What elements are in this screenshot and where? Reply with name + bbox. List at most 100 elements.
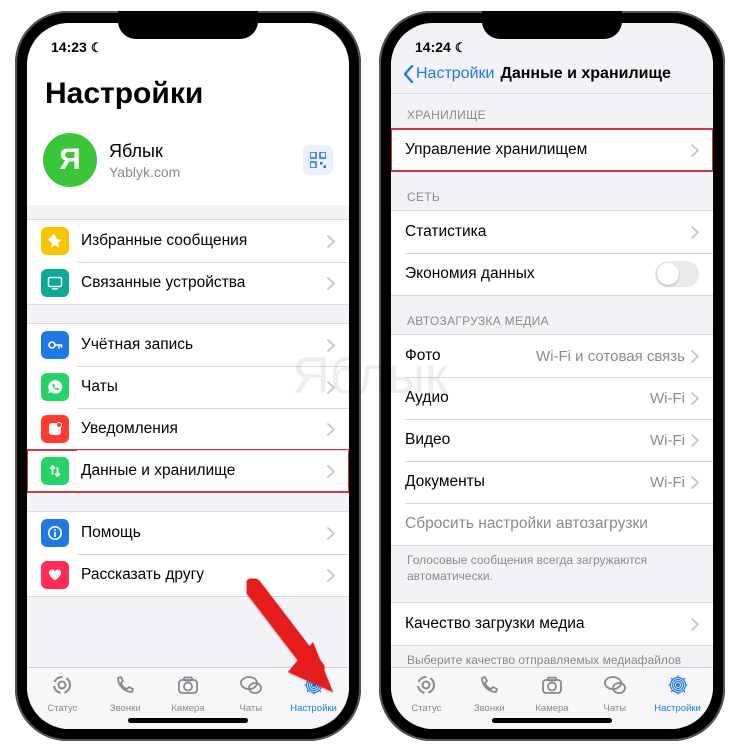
cell-label: Избранные сообщения — [81, 232, 327, 250]
cell-label: Учётная запись — [81, 336, 327, 354]
nav-header: Настройки Данные и хранилище — [391, 61, 713, 94]
tab-settings[interactable]: Настройки — [646, 674, 709, 727]
status-time: 14:24 — [415, 39, 451, 55]
chevron-right-icon — [691, 618, 699, 631]
cell-docs[interactable]: ДокументыWi-Fi — [391, 461, 713, 503]
cell-audio[interactable]: АудиоWi-Fi — [391, 377, 713, 419]
chevron-right-icon — [327, 423, 335, 436]
back-button[interactable]: Настройки — [403, 65, 494, 83]
tab-label: Камера — [171, 703, 204, 714]
tab-label: Чаты — [603, 703, 626, 714]
heart-icon — [41, 561, 69, 589]
wa-icon — [41, 373, 69, 401]
section-footer: Голосовые сообщения всегда загружаются а… — [391, 546, 713, 584]
phone-left: 14:23 ☾ Настройки Я Яблык Yablyk.com — [15, 11, 361, 741]
monitor-icon — [41, 269, 69, 297]
cell-label: Связанные устройства — [81, 274, 327, 292]
chevron-right-icon — [691, 476, 699, 489]
settings-cell-linked[interactable]: Связанные устройства — [27, 262, 349, 304]
cell-stats[interactable]: Статистика — [391, 211, 713, 253]
star-icon — [41, 227, 69, 255]
tab-status[interactable]: Статус — [31, 674, 94, 727]
cell-value: Wi-Fi — [650, 474, 685, 491]
page-title: Настройки — [45, 77, 333, 111]
section-header: АВТОЗАГРУЗКА МЕДИА — [391, 314, 713, 334]
nav-title: Данные и хранилище — [500, 65, 670, 83]
bubbles-icon — [603, 674, 627, 701]
chevron-right-icon — [327, 569, 335, 582]
cell-label: Аудио — [405, 389, 650, 407]
cell-reset[interactable]: Сбросить настройки автозагрузки — [391, 503, 713, 545]
settings-cell-starred[interactable]: Избранные сообщения — [27, 220, 349, 262]
cell-value: Wi-Fi — [650, 432, 685, 449]
cell-quality[interactable]: Качество загрузки медиа — [391, 603, 713, 645]
section-header: ХРАНИЛИЩЕ — [391, 108, 713, 128]
chevron-right-icon — [691, 392, 699, 405]
screen-settings: 14:23 ☾ Настройки Я Яблык Yablyk.com — [27, 23, 349, 729]
status-icon — [50, 674, 74, 701]
status-icon — [414, 674, 438, 701]
cell-label: Сбросить настройки автозагрузки — [405, 515, 699, 533]
settings-cell-help[interactable]: Помощь — [27, 512, 349, 554]
cell-label: Данные и хранилище — [81, 462, 327, 480]
chevron-right-icon — [691, 434, 699, 447]
chevron-right-icon — [327, 381, 335, 394]
settings-cell-data[interactable]: Данные и хранилище — [27, 450, 349, 492]
cell-label: Качество загрузки медиа — [405, 615, 691, 633]
home-indicator[interactable] — [492, 718, 612, 723]
notch — [482, 11, 622, 39]
gear-icon — [302, 674, 326, 701]
settings-cell-notif[interactable]: Уведомления — [27, 408, 349, 450]
key-icon — [41, 331, 69, 359]
cell-label: Экономия данных — [405, 265, 655, 283]
phone-icon — [477, 674, 501, 701]
tab-label: Камера — [535, 703, 568, 714]
settings-cell-account[interactable]: Учётная запись — [27, 324, 349, 366]
cell-value: Wi-Fi и сотовая связь — [536, 348, 685, 365]
cell-saver[interactable]: Экономия данных — [391, 253, 713, 295]
profile-name: Яблык — [109, 141, 291, 162]
cell-label: Рассказать другу — [81, 566, 327, 584]
tab-label: Настройки — [290, 703, 337, 714]
tab-label: Настройки — [654, 703, 701, 714]
tab-settings[interactable]: Настройки — [282, 674, 345, 727]
chevron-right-icon — [327, 339, 335, 352]
cell-video[interactable]: ВидеоWi-Fi — [391, 419, 713, 461]
bubbles-icon — [239, 674, 263, 701]
chevron-right-icon — [691, 226, 699, 239]
phone-icon — [113, 674, 137, 701]
cell-label: Статистика — [405, 223, 691, 241]
chevron-right-icon — [327, 277, 335, 290]
chevron-right-icon — [691, 350, 699, 363]
bell-icon — [41, 415, 69, 443]
profile-subtitle: Yablyk.com — [109, 164, 291, 180]
chevron-right-icon — [327, 465, 335, 478]
focus-moon-icon: ☾ — [455, 41, 467, 54]
toggle-saver[interactable] — [655, 261, 699, 287]
profile-row[interactable]: Я Яблык Yablyk.com — [43, 125, 333, 201]
notch — [118, 11, 258, 39]
home-indicator[interactable] — [128, 718, 248, 723]
tab-label: Статус — [411, 703, 441, 714]
updown-icon — [41, 457, 69, 485]
section-header: СЕТЬ — [391, 190, 713, 210]
cell-label: Управление хранилищем — [405, 141, 691, 159]
chevron-right-icon — [327, 527, 335, 540]
focus-moon-icon: ☾ — [91, 41, 103, 54]
phone-right: 14:24 ☾ Настройки Данные и хранилище ХРА… — [379, 11, 725, 741]
cell-manage[interactable]: Управление хранилищем — [391, 129, 713, 171]
tab-status[interactable]: Статус — [395, 674, 458, 727]
cell-photo[interactable]: ФотоWi-Fi и сотовая связь — [391, 335, 713, 377]
settings-cell-chats[interactable]: Чаты — [27, 366, 349, 408]
avatar: Я — [43, 133, 97, 187]
cell-label: Документы — [405, 473, 650, 491]
tab-label: Статус — [47, 703, 77, 714]
cell-label: Видео — [405, 431, 650, 449]
qr-button[interactable] — [303, 145, 333, 175]
screen-data-storage: 14:24 ☾ Настройки Данные и хранилище ХРА… — [391, 23, 713, 729]
settings-cell-tell[interactable]: Рассказать другу — [27, 554, 349, 596]
tab-label: Звонки — [110, 703, 141, 714]
back-label: Настройки — [416, 65, 494, 83]
cell-label: Помощь — [81, 524, 327, 542]
camera-icon — [540, 674, 564, 701]
